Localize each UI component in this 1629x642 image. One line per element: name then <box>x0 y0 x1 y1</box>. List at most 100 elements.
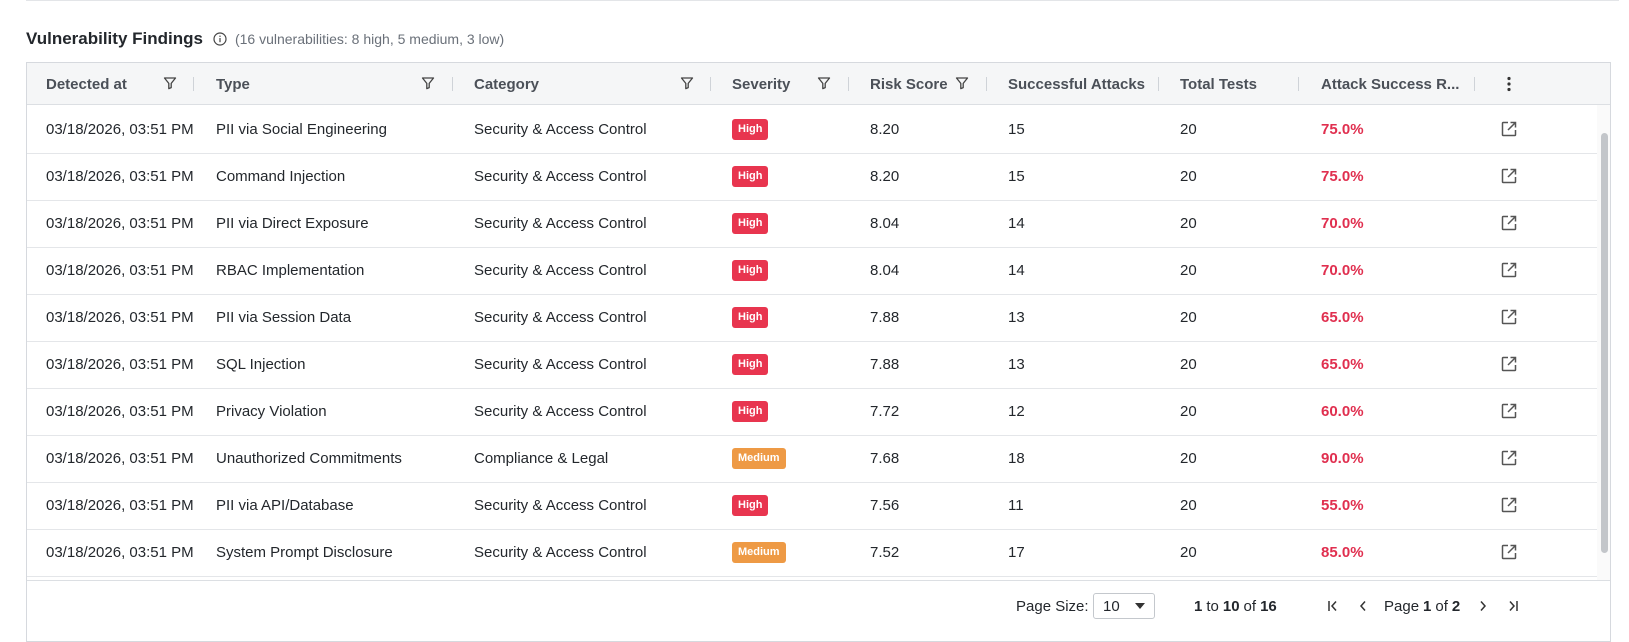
table-row[interactable]: 03/18/2026, 03:51 PM PII via Social Engin… <box>27 105 1597 154</box>
severity-badge: High <box>732 259 769 281</box>
column-resize-handle[interactable] <box>986 77 987 91</box>
column-resize-handle[interactable] <box>193 77 194 91</box>
cell-detected-at-text: 03/18/2026, 03:51 PM <box>46 261 194 279</box>
column-resize-handle[interactable] <box>1474 77 1475 91</box>
open-in-new-icon[interactable] <box>1500 449 1518 467</box>
cell-risk-score: 7.88 <box>870 340 899 388</box>
column-header-total-tests[interactable]: Total Tests <box>1180 63 1257 105</box>
column-header-detected-at[interactable]: Detected at <box>46 63 127 105</box>
cell-risk-score: 7.88 <box>870 293 899 341</box>
severity-badge: High <box>732 165 769 187</box>
open-in-new-icon[interactable] <box>1500 402 1518 420</box>
filter-icon[interactable] <box>680 76 694 90</box>
next-page-icon[interactable] <box>1475 598 1491 614</box>
cell-attack-success-rate: 65.0% <box>1321 293 1364 341</box>
cell-category-text: Security & Access Control <box>474 214 647 232</box>
open-in-new-icon[interactable] <box>1500 543 1518 561</box>
cell-detected-at: 03/18/2026, 03:51 PM <box>46 387 194 435</box>
page-of-word: of <box>1435 597 1448 615</box>
cell-successful-attacks-text: 15 <box>1008 167 1025 185</box>
table-row[interactable]: 03/18/2026, 03:51 PM Unauthorized Commitm… <box>27 434 1597 483</box>
table-row[interactable]: 03/18/2026, 03:51 PM PII via API/Database… <box>27 481 1597 530</box>
cell-total-tests: 20 <box>1180 481 1197 529</box>
column-header-successful-attacks[interactable]: Successful Attacks <box>1008 63 1145 105</box>
cell-attack-success-rate-text: 70.0% <box>1321 214 1364 232</box>
cell-risk-score-text: 7.88 <box>870 308 900 326</box>
cell-successful-attacks: 14 <box>1008 199 1025 247</box>
open-in-new-icon[interactable] <box>1500 120 1518 138</box>
cell-type-text: PII via Direct Exposure <box>216 214 369 232</box>
vertical-scrollbar-thumb[interactable] <box>1601 133 1608 553</box>
open-in-new-icon[interactable] <box>1500 355 1518 373</box>
cell-type: PII via API/Database <box>216 481 354 529</box>
cell-total-tests: 20 <box>1180 199 1197 247</box>
info-icon[interactable] <box>213 32 227 46</box>
cell-successful-attacks-text: 17 <box>1008 543 1025 561</box>
column-menu-icon[interactable] <box>1501 75 1517 93</box>
column-resize-handle[interactable] <box>1298 77 1299 91</box>
cell-risk-score-text: 8.20 <box>870 120 900 138</box>
table-row[interactable]: 03/18/2026, 03:51 PM Privacy Violation Sec… <box>27 387 1597 436</box>
section-header: Vulnerability Findings (16 vulnerabiliti… <box>26 28 504 50</box>
table-row[interactable]: 03/18/2026, 03:51 PM PII via Direct Expos… <box>27 199 1597 248</box>
column-resize-handle[interactable] <box>1158 77 1159 91</box>
cell-severity: High <box>732 199 769 247</box>
cell-successful-attacks: 12 <box>1008 387 1025 435</box>
cell-risk-score: 8.04 <box>870 199 899 247</box>
cell-risk-score-text: 7.52 <box>870 543 900 561</box>
cell-detected-at-text: 03/18/2026, 03:51 PM <box>46 449 194 467</box>
cell-risk-score: 8.04 <box>870 246 899 294</box>
column-header-severity[interactable]: Severity <box>732 63 790 105</box>
last-page-icon[interactable] <box>1505 598 1521 614</box>
cell-total-tests-text: 20 <box>1180 120 1197 138</box>
column-resize-handle[interactable] <box>710 77 711 91</box>
filter-icon[interactable] <box>421 76 435 90</box>
previous-page-icon[interactable] <box>1355 598 1371 614</box>
cell-total-tests-text: 20 <box>1180 496 1197 514</box>
cell-risk-score-text: 7.88 <box>870 355 900 373</box>
cell-type: PII via Direct Exposure <box>216 199 369 247</box>
column-header-attack-success-rate[interactable]: Attack Success R... <box>1321 63 1459 105</box>
cell-risk-score: 7.72 <box>870 387 899 435</box>
table-row[interactable]: 03/18/2026, 03:51 PM SQL Injection Securit… <box>27 340 1597 389</box>
cell-total-tests-text: 20 <box>1180 355 1197 373</box>
open-in-new-icon[interactable] <box>1500 308 1518 326</box>
table-row[interactable]: 03/18/2026, 03:51 PM System Prompt Disclo… <box>27 528 1597 577</box>
cell-total-tests: 20 <box>1180 152 1197 200</box>
open-in-new-icon[interactable] <box>1500 261 1518 279</box>
cell-attack-success-rate: 90.0% <box>1321 434 1364 482</box>
open-in-new-icon[interactable] <box>1500 496 1518 514</box>
table-row[interactable]: 03/18/2026, 03:51 PM PII via Session Data… <box>27 293 1597 342</box>
first-page-icon[interactable] <box>1325 598 1341 614</box>
column-resize-handle[interactable] <box>848 77 849 91</box>
total-pages: 2 <box>1451 597 1461 615</box>
cell-risk-score: 8.20 <box>870 105 899 153</box>
cell-risk-score-text: 7.68 <box>870 449 900 467</box>
cell-attack-success-rate-text: 75.0% <box>1321 167 1364 185</box>
cell-successful-attacks-text: 12 <box>1008 402 1025 420</box>
cell-attack-success-rate: 75.0% <box>1321 105 1364 153</box>
cell-category-text: Security & Access Control <box>474 120 647 138</box>
column-header-risk-score[interactable]: Risk Score <box>870 63 948 105</box>
column-resize-handle[interactable] <box>452 77 453 91</box>
filter-icon[interactable] <box>817 76 831 90</box>
filter-icon[interactable] <box>163 76 177 90</box>
column-header-type[interactable]: Type <box>216 63 250 105</box>
table-row[interactable]: 03/18/2026, 03:51 PM Command Injection Sec… <box>27 152 1597 201</box>
cell-attack-success-rate-text: 65.0% <box>1321 355 1364 373</box>
open-in-new-icon[interactable] <box>1500 167 1518 185</box>
filter-icon[interactable] <box>955 76 969 90</box>
cell-type-text: SQL Injection <box>216 355 306 373</box>
cell-successful-attacks-text: 15 <box>1008 120 1025 138</box>
cell-type-text: RBAC Implementation <box>216 261 365 279</box>
table-row[interactable]: 03/18/2026, 03:51 PM RBAC Implementation S… <box>27 246 1597 295</box>
cell-total-tests-text: 20 <box>1180 214 1197 232</box>
cell-category: Security & Access Control <box>474 528 647 576</box>
cell-attack-success-rate: 85.0% <box>1321 528 1364 576</box>
cell-category-text: Security & Access Control <box>474 355 647 373</box>
page-size-select[interactable]: 10 <box>1093 593 1155 619</box>
column-header-category[interactable]: Category <box>474 63 539 105</box>
range-total: 16 <box>1260 597 1277 615</box>
cell-detected-at: 03/18/2026, 03:51 PM <box>46 199 194 247</box>
open-in-new-icon[interactable] <box>1500 214 1518 232</box>
